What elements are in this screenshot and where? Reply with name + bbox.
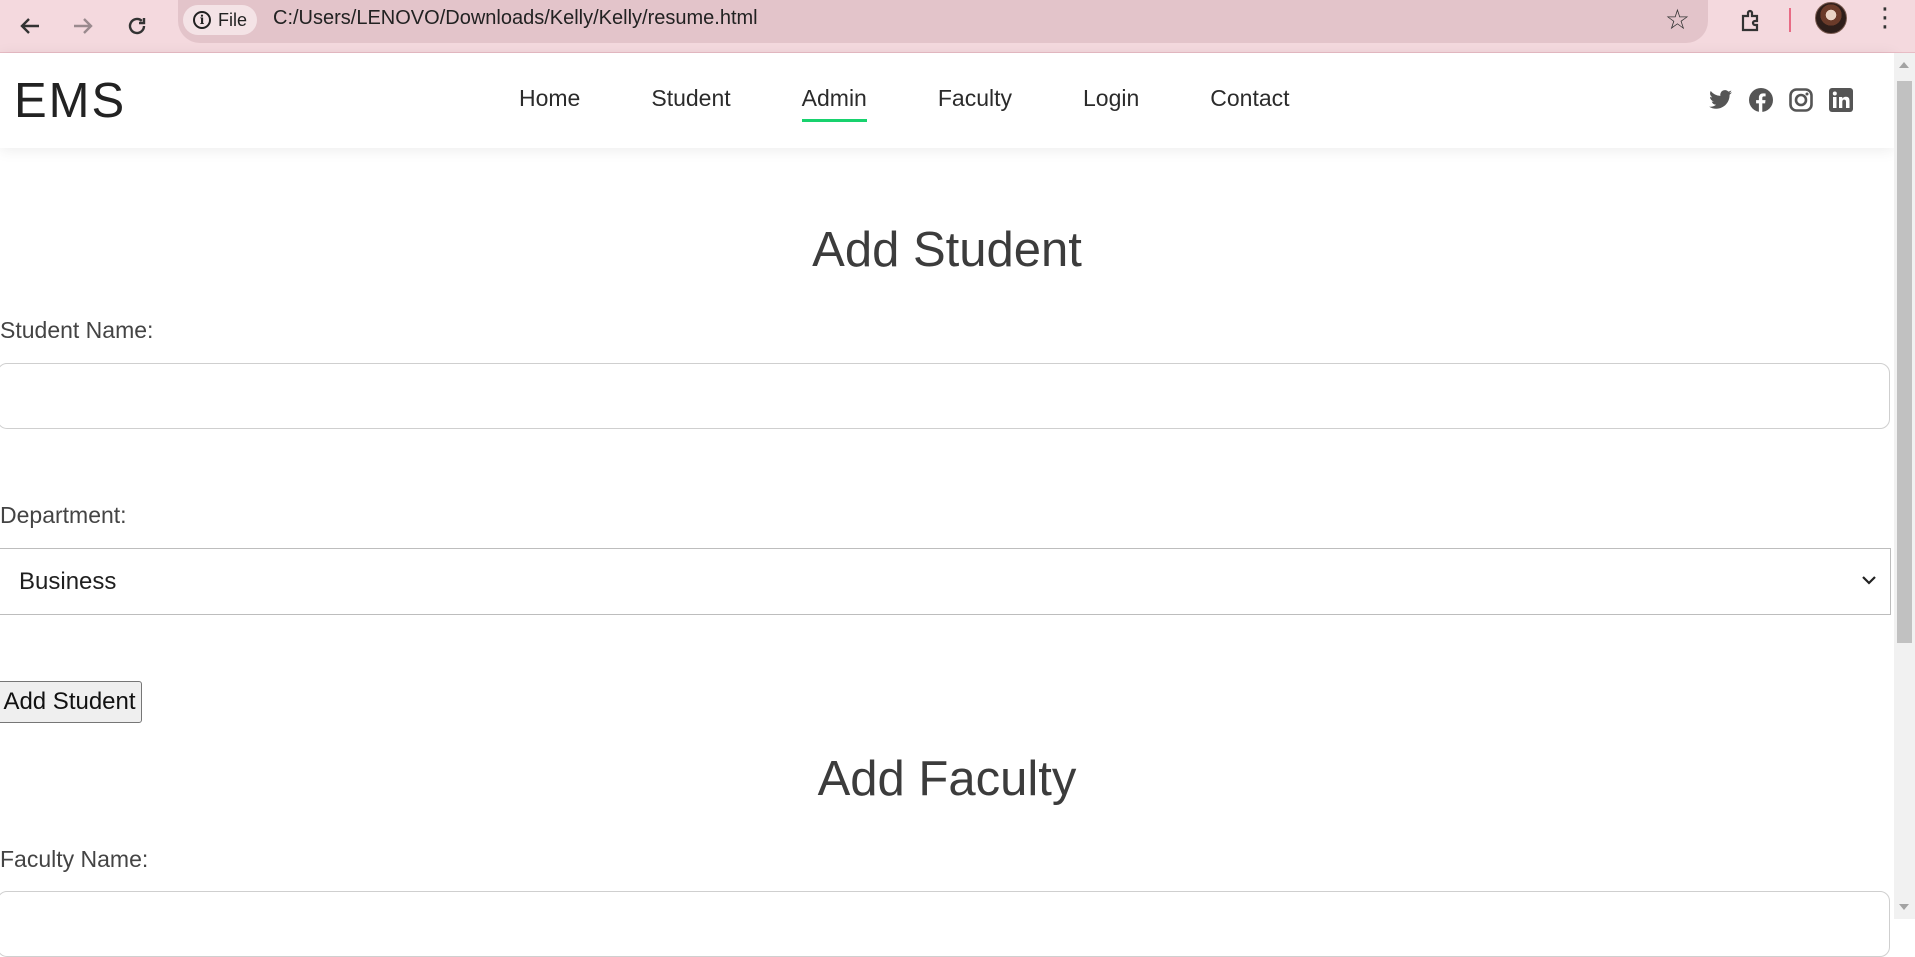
nav-admin[interactable]: Admin bbox=[801, 85, 868, 122]
twitter-icon[interactable] bbox=[1708, 87, 1734, 113]
site-logo[interactable]: EMS bbox=[14, 73, 126, 129]
department-selected-value: Business bbox=[19, 567, 117, 595]
site-header: EMS Home Student Admin Faculty Login Con… bbox=[0, 53, 1894, 148]
file-chip-label: File bbox=[218, 9, 248, 30]
add-student-button[interactable]: Add Student bbox=[0, 681, 142, 723]
student-name-label: Student Name: bbox=[0, 317, 154, 343]
arrow-right-icon bbox=[74, 18, 93, 34]
arrow-left-icon bbox=[20, 18, 39, 34]
page-scrollbar[interactable] bbox=[1894, 53, 1915, 919]
nav-contact[interactable]: Contact bbox=[1210, 85, 1289, 122]
student-name-input[interactable] bbox=[0, 363, 1890, 429]
nav-student[interactable]: Student bbox=[651, 85, 730, 122]
instagram-icon[interactable] bbox=[1788, 87, 1814, 113]
add-student-title: Add Student bbox=[812, 223, 1082, 277]
faculty-name-label: Faculty Name: bbox=[0, 846, 149, 872]
add-faculty-title: Add Faculty bbox=[817, 752, 1077, 806]
profile-avatar[interactable] bbox=[1815, 2, 1847, 34]
address-bar[interactable]: i File C:/Users/LENOVO/Downloads/Kelly/K… bbox=[178, 0, 1708, 43]
main-nav: Home Student Admin Faculty Login Contact bbox=[519, 85, 1361, 122]
toolbar-divider bbox=[1789, 8, 1791, 32]
reload-button[interactable] bbox=[117, 6, 157, 46]
chevron-down-icon bbox=[1862, 576, 1876, 585]
nav-faculty[interactable]: Faculty bbox=[938, 85, 1012, 122]
bookmark-star-icon[interactable]: ☆ bbox=[1665, 3, 1690, 36]
scroll-thumb[interactable] bbox=[1897, 81, 1912, 643]
faculty-name-input[interactable] bbox=[0, 891, 1890, 957]
info-icon: i bbox=[193, 11, 211, 29]
department-label: Department: bbox=[0, 502, 127, 528]
url-text[interactable]: C:/Users/LENOVO/Downloads/Kelly/Kelly/re… bbox=[273, 7, 758, 30]
scroll-up-arrow-icon[interactable] bbox=[1899, 62, 1909, 68]
nav-login[interactable]: Login bbox=[1083, 85, 1139, 122]
forward-button[interactable] bbox=[63, 6, 103, 46]
extensions-icon[interactable] bbox=[1736, 6, 1766, 36]
site-info-chip[interactable]: i File bbox=[183, 5, 258, 35]
department-select[interactable]: Business bbox=[0, 548, 1891, 615]
back-button[interactable] bbox=[10, 6, 50, 46]
menu-kebab-icon[interactable]: ⋮ bbox=[1872, 4, 1898, 30]
reload-icon bbox=[128, 17, 146, 35]
scroll-down-arrow-icon[interactable] bbox=[1899, 904, 1909, 910]
social-links bbox=[1708, 87, 1854, 113]
nav-home[interactable]: Home bbox=[519, 85, 580, 122]
facebook-icon[interactable] bbox=[1748, 87, 1774, 113]
browser-toolbar: i File C:/Users/LENOVO/Downloads/Kelly/K… bbox=[0, 0, 1915, 53]
linkedin-icon[interactable] bbox=[1828, 87, 1854, 113]
